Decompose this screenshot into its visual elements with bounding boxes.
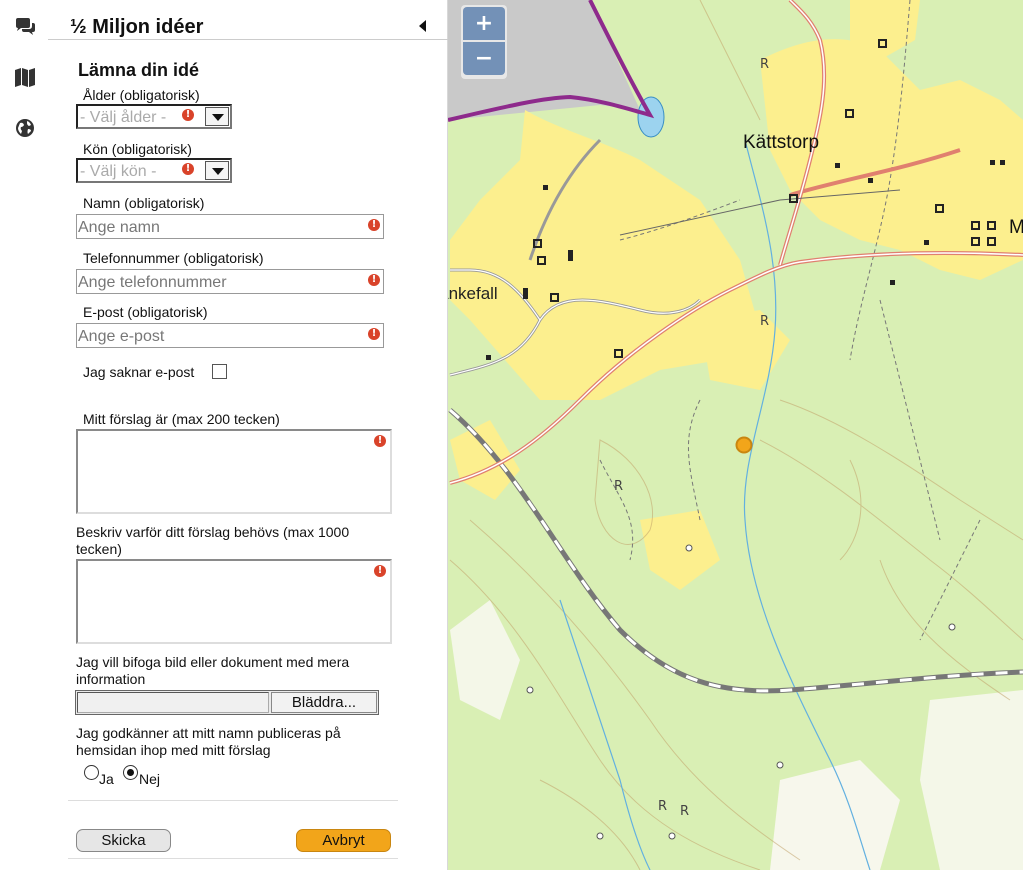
consent-yes-radio[interactable] — [84, 765, 99, 780]
svg-text:R: R — [680, 804, 689, 819]
map-icon[interactable] — [12, 64, 38, 90]
consent-label: Jag godkänner att mitt namn publiceras p… — [76, 725, 341, 758]
cancel-button[interactable]: Avbryt — [296, 829, 391, 852]
phone-label: Telefonnummer (obligatorisk) — [83, 250, 264, 266]
chevron-down-icon[interactable] — [205, 161, 229, 180]
globe-icon[interactable] — [12, 115, 38, 141]
zoom-out-button[interactable]: − — [463, 42, 505, 75]
error-icon: ! — [374, 435, 386, 447]
chat-icon[interactable] — [12, 14, 38, 40]
place-label-kattstorp: Kättstorp — [743, 132, 819, 153]
divider — [68, 858, 398, 859]
divider — [68, 800, 398, 801]
browse-button[interactable]: Bläddra... — [271, 692, 377, 713]
consent-no-label: Nej — [139, 771, 161, 787]
error-icon: ! — [368, 219, 380, 231]
chevron-down-icon[interactable] — [205, 107, 229, 126]
error-icon: ! — [374, 565, 386, 577]
svg-text:R: R — [760, 57, 769, 72]
motivation-textarea[interactable]: ! — [76, 559, 392, 644]
collapse-panel-button[interactable] — [418, 19, 428, 33]
email-placeholder: Ange e-post — [78, 328, 165, 345]
error-icon: ! — [368, 274, 380, 286]
proposal-textarea[interactable]: ! — [76, 429, 392, 514]
phone-placeholder: Ange telefonnummer — [78, 274, 227, 291]
email-label: E-post (obligatorisk) — [83, 304, 208, 320]
no-email-checkbox[interactable] — [212, 364, 227, 379]
consent-no-radio[interactable] — [123, 765, 138, 780]
consent-yes-label: Ja — [99, 771, 114, 787]
zoom-control: + − — [461, 5, 507, 79]
age-label: Ålder (obligatorisk) — [83, 87, 200, 103]
svg-text:R: R — [658, 799, 667, 814]
panel-title: ½ Miljon idéer — [70, 16, 204, 38]
map-field — [920, 690, 1023, 870]
form-title: Lämna din idé — [78, 60, 200, 80]
svg-text:R: R — [614, 479, 623, 494]
file-path-field[interactable] — [77, 692, 269, 713]
panel-header: ½ Miljon idéer — [48, 0, 448, 40]
error-icon: ! — [182, 163, 194, 175]
gender-select[interactable]: - Välj kön - ! — [76, 158, 232, 183]
name-input[interactable]: Ange namn ! — [76, 214, 384, 239]
idea-marker[interactable] — [735, 436, 753, 454]
gender-select-value: - Välj kön - — [80, 163, 157, 180]
age-select-value: - Välj ålder - — [80, 109, 167, 126]
submit-button[interactable]: Skicka — [76, 829, 171, 852]
svg-text:R: R — [760, 314, 769, 329]
proposal-label: Mitt förslag är (max 200 tecken) — [83, 411, 280, 427]
attach-label: Jag vill bifoga bild eller dokument med … — [76, 654, 350, 687]
error-icon: ! — [182, 109, 194, 121]
name-placeholder: Ange namn — [78, 219, 160, 236]
age-select[interactable]: - Välj ålder - ! — [76, 104, 232, 129]
sidebar-iconbar — [0, 0, 48, 870]
zoom-in-button[interactable]: + — [463, 7, 505, 40]
email-input[interactable]: Ange e-post ! — [76, 323, 384, 348]
error-icon: ! — [368, 328, 380, 340]
name-label: Namn (obligatorisk) — [83, 195, 205, 211]
motivation-label: Beskriv varför ditt förslag behövs (max … — [76, 524, 350, 557]
file-upload[interactable]: Bläddra... — [75, 690, 379, 715]
no-email-label: Jag saknar e-post — [83, 364, 195, 380]
place-label-partial: M — [1009, 217, 1023, 238]
phone-input[interactable]: Ange telefonnummer ! — [76, 269, 384, 294]
gender-label: Kön (obligatorisk) — [83, 141, 192, 157]
idea-panel: ½ Miljon idéer Lämna din idé Ålder (obli… — [48, 0, 448, 870]
